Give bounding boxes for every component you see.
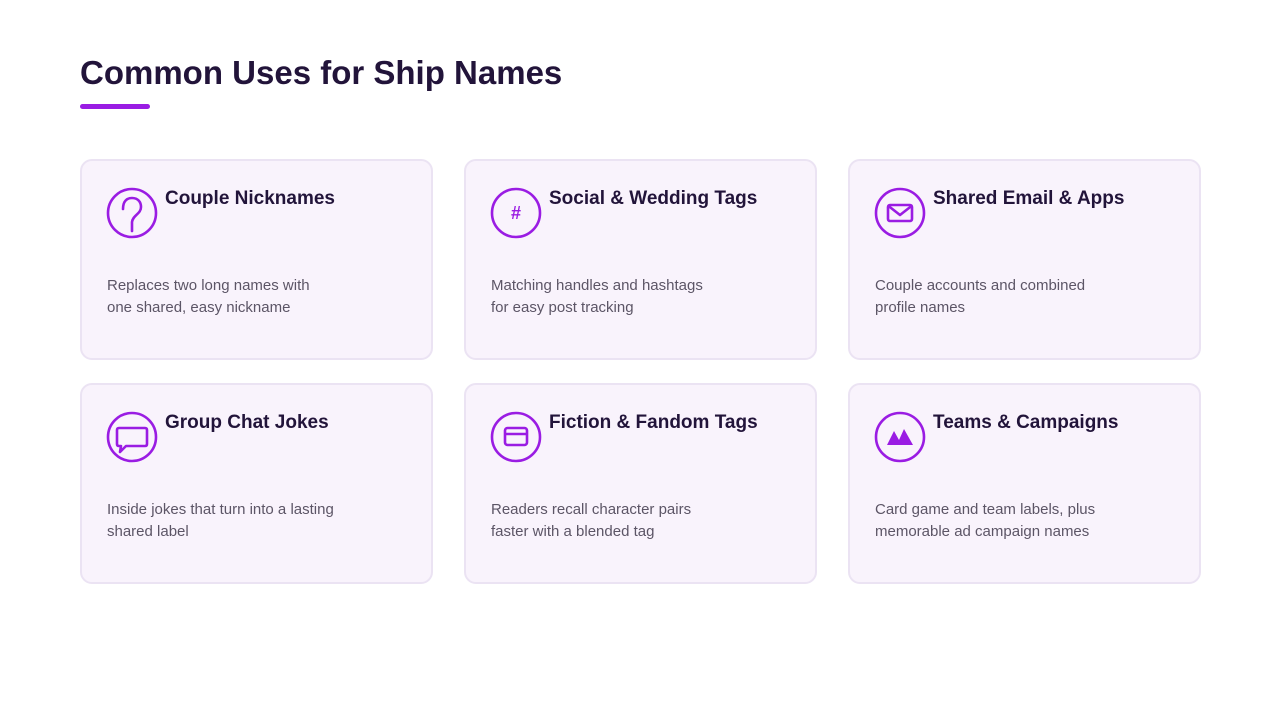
card-icon [490, 411, 542, 463]
card-title: Group Chat Jokes [165, 412, 329, 433]
card-description: Matching handles and hashtags for easy p… [491, 277, 703, 316]
card-title: Fiction & Fandom Tags [549, 412, 758, 433]
card-title: Teams & Campaigns [933, 412, 1119, 433]
card-fiction-fandom-tags: Fiction & Fandom Tags Readers recall cha… [464, 383, 817, 584]
hashtag-icon: # [490, 187, 542, 239]
chat-bubble-icon [106, 411, 158, 463]
card-description: Couple accounts and combined profile nam… [875, 277, 1086, 316]
card-description: Inside jokes that turn into a lasting sh… [107, 501, 334, 540]
cards-grid: Couple Nicknames Replaces two long names… [80, 159, 1201, 584]
card-description: Readers recall character pairs faster wi… [491, 501, 692, 540]
title-underline [80, 104, 150, 109]
page-title: Common Uses for Ship Names [80, 54, 563, 91]
mountains-icon [874, 411, 926, 463]
card-shared-email-apps: Shared Email & Apps Couple accounts and … [848, 159, 1201, 360]
card-social-wedding-tags: # Social & Wedding Tags Matching handles… [464, 159, 817, 360]
question-icon [106, 187, 158, 239]
card-title: Couple Nicknames [165, 188, 335, 209]
card-title: Shared Email & Apps [933, 188, 1125, 209]
envelope-icon [874, 187, 926, 239]
card-description: Replaces two long names with one shared,… [107, 277, 310, 316]
card-group-chat-jokes: Group Chat Jokes Inside jokes that turn … [80, 383, 433, 584]
card-teams-campaigns: Teams & Campaigns Card game and team lab… [848, 383, 1201, 584]
card-title: Social & Wedding Tags [549, 188, 758, 209]
svg-text:#: # [511, 203, 521, 223]
page: Common Uses for Ship Names Couple Nickna… [0, 0, 1280, 720]
card-description: Card game and team labels, plus memorabl… [875, 501, 1096, 540]
card-couple-nicknames: Couple Nicknames Replaces two long names… [80, 159, 433, 360]
